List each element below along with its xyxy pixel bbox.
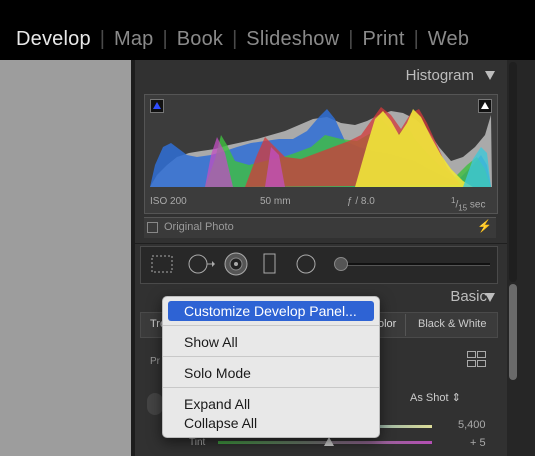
shadow-clipping-toggle[interactable] — [150, 99, 164, 113]
white-balance-select[interactable]: As Shot ⇕ — [410, 391, 461, 404]
brush-slider-track[interactable] — [340, 263, 490, 266]
module-develop[interactable]: Develop — [0, 28, 100, 51]
highlight-clip-triangle-icon — [481, 102, 489, 109]
temp-value[interactable]: 5,400 — [458, 419, 486, 431]
crop-icon[interactable] — [150, 253, 174, 275]
exif-shutter: 1/15 sec — [451, 196, 486, 213]
module-book[interactable]: Book — [168, 28, 232, 51]
menu-divider — [163, 387, 379, 388]
exif-aperture: ƒ / 8.0 — [347, 196, 375, 207]
menu-item-label: Customize Develop Panel... — [184, 303, 357, 319]
adjustment-brush-icon[interactable] — [334, 257, 348, 271]
menu-item-label: Show All — [184, 334, 238, 350]
highlight-clipping-toggle[interactable] — [478, 99, 492, 113]
histogram-title: Histogram — [405, 67, 474, 84]
menu-item-expand-all[interactable]: Expand All — [163, 394, 379, 414]
module-bar: Develop | Map | Book | Slideshow | Print… — [0, 0, 535, 60]
menu-divider — [163, 356, 379, 357]
tint-value[interactable]: + 5 — [470, 437, 486, 449]
menu-item-solo-mode[interactable]: Solo Mode — [163, 363, 379, 383]
module-web[interactable]: Web — [419, 28, 478, 51]
photo-canvas[interactable] — [0, 60, 131, 456]
histogram-header[interactable]: Histogram — [135, 60, 507, 90]
tint-label: Tint — [189, 437, 206, 448]
exif-iso: ISO 200 — [150, 196, 187, 207]
menu-item-label: Collapse All — [184, 415, 258, 431]
red-eye-icon[interactable] — [223, 251, 249, 277]
treatment-color-option[interactable]: olor — [378, 318, 396, 330]
white-balance-value: As Shot — [410, 392, 449, 404]
module-slideshow[interactable]: Slideshow — [237, 28, 348, 51]
original-photo-label: Original Photo — [164, 221, 234, 233]
menu-item-collapse-all[interactable]: Collapse All — [163, 413, 379, 433]
grid-view-icon[interactable] — [467, 351, 486, 367]
spot-removal-icon[interactable] — [186, 252, 216, 276]
treatment-bw-option[interactable]: Black & White — [418, 318, 486, 330]
basic-collapse-triangle-icon[interactable] — [485, 293, 495, 302]
collapse-triangle-icon[interactable] — [485, 71, 495, 80]
context-menu: Customize Develop Panel... Show All Solo… — [162, 296, 380, 438]
exif-focal-length: 50 mm — [260, 196, 291, 207]
original-photo-checkbox[interactable] — [147, 222, 158, 233]
menu-item-show-all[interactable]: Show All — [163, 332, 379, 352]
tint-slider-knob[interactable] — [324, 437, 334, 446]
module-print[interactable]: Print — [353, 28, 413, 51]
graduated-filter-icon[interactable] — [262, 252, 278, 276]
eyedropper-icon[interactable] — [147, 393, 163, 415]
radial-filter-icon[interactable] — [294, 252, 318, 276]
basic-panel-title[interactable]: Basic — [450, 288, 487, 305]
histogram-graph[interactable] — [144, 94, 498, 214]
divider — [405, 314, 406, 336]
histogram-svg — [150, 107, 492, 187]
shutter-numerator: 1 — [451, 196, 456, 205]
panel-scrollbar-thumb[interactable] — [509, 284, 517, 380]
shutter-denominator: 15 — [458, 203, 468, 213]
shadow-clip-triangle-icon — [153, 102, 161, 109]
module-map[interactable]: Map — [105, 28, 163, 51]
module-picker: Develop | Map | Book | Slideshow | Print… — [0, 23, 478, 55]
lightning-icon[interactable]: ⚡ — [477, 219, 492, 233]
menu-item-customize-develop-panel[interactable]: Customize Develop Panel... — [168, 301, 374, 321]
profile-label: Pr — [150, 356, 160, 367]
menu-divider — [163, 325, 379, 326]
menu-item-label: Expand All — [184, 396, 251, 412]
divider — [135, 243, 507, 244]
shutter-unit: sec — [469, 199, 486, 211]
panel-scroll-upper — [509, 62, 517, 282]
menu-item-label: Solo Mode — [184, 365, 251, 381]
